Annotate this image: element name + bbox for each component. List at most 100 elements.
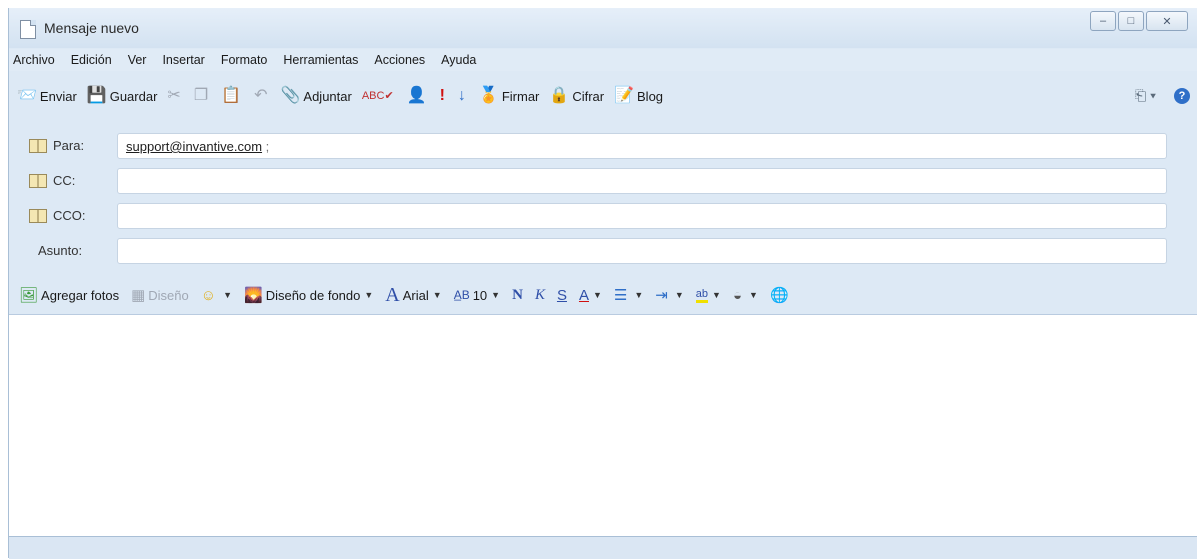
subject-label: Asunto: — [38, 243, 83, 258]
address-book-icon[interactable] — [29, 139, 47, 153]
highlight-label: ab — [695, 288, 709, 303]
low-priority-icon: ↓ — [457, 87, 466, 104]
chevron-down-icon: ▼ — [634, 290, 644, 300]
maximize-button[interactable]: □ — [1118, 11, 1144, 31]
menu-edicion[interactable]: Edición — [63, 53, 120, 67]
send-icon: 📨 — [17, 87, 37, 104]
address-book-icon[interactable] — [29, 209, 47, 223]
highlight-button[interactable]: ab ▼ — [695, 288, 721, 303]
chevron-down-icon: ▼ — [674, 290, 684, 300]
check-names-button[interactable]: 👤 — [407, 88, 430, 104]
new-message-icon — [20, 19, 36, 39]
chevron-down-icon: ▼ — [712, 290, 721, 300]
compose-window: Mensaje nuevo – □ ✕ Archivo Edición Ver … — [8, 8, 1197, 559]
bcc-row: CCO: — [9, 203, 1197, 233]
add-photo-icon: 🖼 — [19, 286, 39, 304]
subject-row: Asunto: — [9, 238, 1197, 268]
save-button[interactable]: 💾 Guardar — [87, 88, 158, 104]
add-photos-label: Agregar fotos — [41, 287, 120, 303]
encrypt-button[interactable]: 🔒 Cifrar — [549, 88, 604, 104]
emoticon-button[interactable]: ☺ ▼ — [201, 288, 232, 303]
copy-button[interactable]: ❐ — [194, 88, 211, 104]
chevron-down-icon: ▼ — [223, 290, 232, 300]
high-priority-button[interactable]: ! — [440, 88, 448, 104]
subject-field[interactable] — [117, 238, 1167, 264]
bcc-field[interactable] — [117, 203, 1167, 229]
font-name: Arial — [402, 287, 429, 303]
undo-button[interactable]: ↶ — [254, 88, 270, 104]
blog-button[interactable]: 📝 Blog — [614, 88, 663, 104]
close-button[interactable]: ✕ — [1146, 11, 1188, 31]
message-body[interactable] — [9, 314, 1197, 537]
paperclip-icon: 📎 — [280, 87, 301, 104]
cc-field[interactable] — [117, 168, 1167, 194]
design-icon: ▦ — [131, 286, 146, 304]
font-size-select[interactable]: A̲B 10 ▼ — [454, 288, 500, 303]
window-title: Mensaje nuevo — [44, 20, 139, 36]
menu-ayuda[interactable]: Ayuda — [433, 53, 484, 67]
menu-acciones[interactable]: Acciones — [366, 53, 433, 67]
paint-bucket-icon: ◒ — [732, 286, 743, 304]
background-icon: 🌄 — [244, 286, 263, 304]
recipient-chip[interactable]: support@invantive.com — [126, 139, 262, 154]
font-select[interactable]: A Arial ▼ — [385, 283, 441, 306]
bcc-label[interactable]: CCO: — [53, 208, 86, 223]
background-label: Diseño de fondo — [265, 287, 361, 303]
font-size-value: 10 — [472, 287, 488, 303]
menu-formato[interactable]: Formato — [213, 53, 276, 67]
copy-icon: ❐ — [193, 87, 209, 104]
menu-archivo[interactable]: Archivo — [9, 53, 63, 67]
paste-button[interactable]: 📋 — [221, 88, 244, 104]
underline-button[interactable]: S — [557, 287, 567, 304]
bold-button[interactable]: N — [512, 287, 523, 304]
italic-button[interactable]: K — [535, 287, 545, 304]
font-size-icon: A̲B — [453, 287, 470, 302]
menu-ver[interactable]: Ver — [120, 53, 155, 67]
main-toolbar: 📨 Enviar 💾 Guardar ✂ ❐ 📋 ↶ 📎 Adjuntar AB… — [9, 81, 1197, 111]
indent-button[interactable]: ⇥ ▼ — [655, 288, 684, 303]
minimize-button[interactable]: – — [1090, 11, 1116, 31]
clipboard-icon: 📋 — [221, 87, 242, 104]
chevron-down-icon: ▼ — [364, 290, 374, 300]
blog-icon: 📝 — [614, 87, 635, 104]
check-names-icon: 👤 — [406, 87, 427, 104]
cc-label[interactable]: CC: — [53, 173, 75, 188]
font-color-button[interactable]: A ▼ — [579, 287, 602, 304]
send-button[interactable]: 📨 Enviar — [17, 88, 77, 104]
to-label[interactable]: Para: — [53, 138, 84, 153]
chevron-down-icon: ▼ — [491, 290, 501, 300]
add-photos-button[interactable]: 🖼 Agregar fotos — [19, 288, 119, 303]
window-controls: – □ ✕ — [1090, 11, 1188, 31]
cut-button[interactable]: ✂ — [167, 88, 183, 104]
send-label: Enviar — [39, 88, 77, 104]
scissors-icon: ✂ — [167, 87, 181, 104]
background-button[interactable]: 🌄 Diseño de fondo ▼ — [244, 288, 373, 303]
blog-label: Blog — [637, 88, 664, 104]
paint-button[interactable]: ◒ ▼ — [733, 288, 758, 303]
menu-herramientas[interactable]: Herramientas — [275, 53, 366, 67]
to-row: Para: support@invantive.com ; — [9, 133, 1197, 163]
spellcheck-button[interactable]: ABC✔ — [362, 88, 397, 104]
attach-label: Adjuntar — [303, 88, 352, 104]
menu-bar: Archivo Edición Ver Insertar Formato Her… — [9, 49, 1197, 71]
cc-row: CC: — [9, 168, 1197, 198]
design-button[interactable]: ▦ Diseño — [131, 288, 189, 303]
help-icon[interactable]: ? — [1174, 87, 1190, 104]
low-priority-button[interactable]: ↓ — [458, 88, 469, 104]
list-button[interactable]: ☰ ▼ — [614, 288, 643, 303]
high-priority-icon: ! — [439, 87, 445, 104]
menu-insertar[interactable]: Insertar — [154, 53, 212, 67]
font-icon: A — [385, 283, 400, 306]
view-options-icon[interactable]: ⎗ ▾ — [1135, 87, 1156, 104]
smiley-icon: ☺ — [200, 286, 217, 304]
sign-button[interactable]: 🏅 Firmar — [479, 88, 539, 104]
address-book-icon[interactable] — [29, 174, 47, 188]
lock-icon: 🔒 — [549, 87, 570, 104]
web-link-button[interactable]: 🌐 — [770, 288, 792, 303]
attach-button[interactable]: 📎 Adjuntar — [280, 88, 351, 104]
to-field[interactable]: support@invantive.com ; — [117, 133, 1167, 159]
indent-icon: ⇥ — [655, 286, 668, 304]
bulleted-list-icon: ☰ — [613, 286, 628, 304]
encrypt-label: Cifrar — [572, 88, 605, 104]
status-bar — [9, 536, 1197, 559]
